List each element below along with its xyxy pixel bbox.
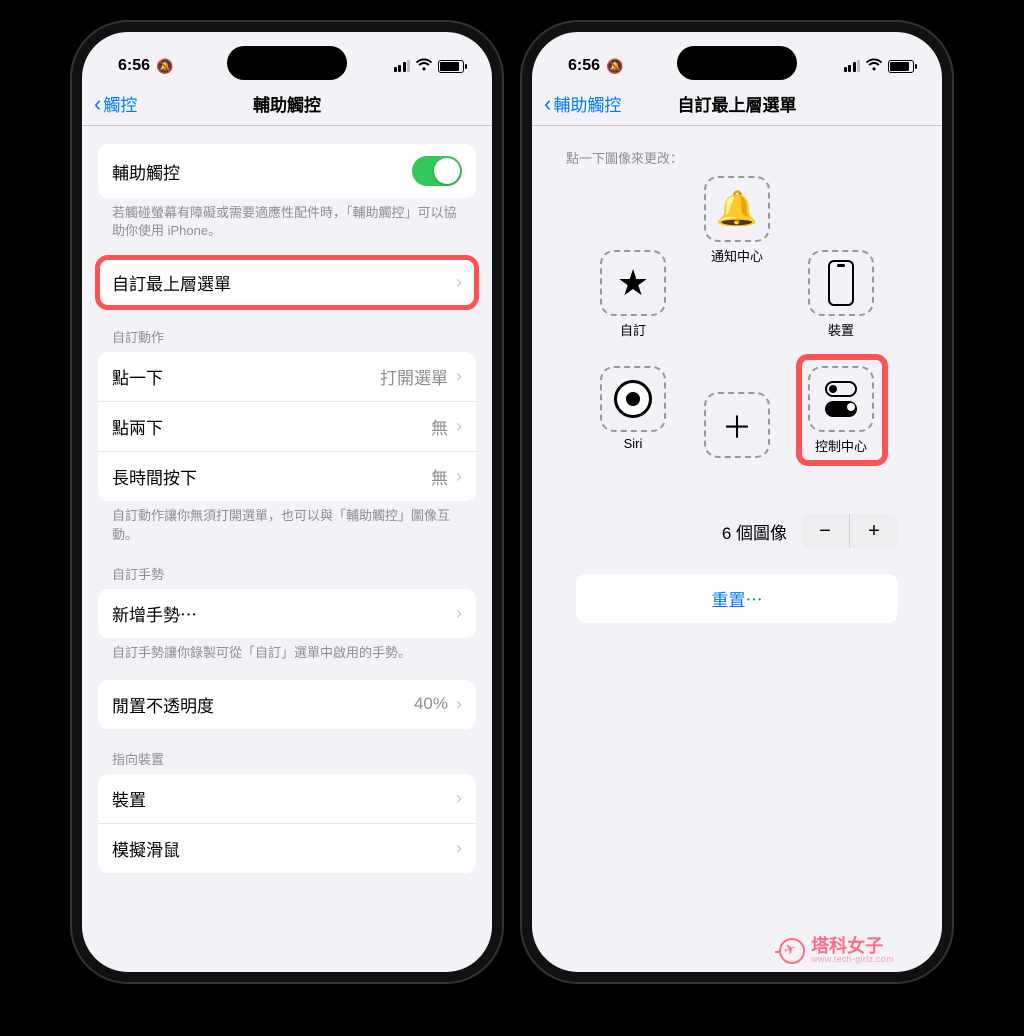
toggle-label: 輔助觸控 — [112, 159, 180, 184]
chevron-left-icon: ‹ — [544, 93, 551, 115]
back-label: 觸控 — [103, 91, 137, 116]
nav-bar: ‹ 輔助觸控 自訂最上層選單 — [532, 82, 942, 126]
grid-hint: 點一下圖像來更改： — [560, 136, 914, 176]
mouse-keys-row[interactable]: 模擬滑鼠 › — [98, 823, 476, 873]
chevron-right-icon: › — [456, 272, 462, 293]
battery-icon — [888, 60, 914, 73]
toggle-footer: 若觸碰螢幕有障礙或需要適應性配件時，「輔助觸控」可以協助你使用 iPhone。 — [82, 198, 492, 240]
actions-header: 自訂動作 — [82, 307, 492, 352]
cellular-signal-icon — [844, 60, 861, 72]
tile-add[interactable]: ＋ — [704, 392, 770, 462]
reset-button[interactable]: 重置⋯ — [576, 574, 898, 623]
control-center-icon — [825, 381, 857, 417]
switch-on-icon[interactable] — [412, 156, 462, 186]
tile-control-center[interactable]: 控制中心 — [808, 366, 874, 455]
wifi-icon — [415, 58, 433, 75]
chevron-right-icon: › — [456, 838, 462, 859]
nav-bar: ‹ 觸控 輔助觸控 — [82, 82, 492, 126]
pointer-header: 指向裝置 — [82, 729, 492, 774]
watermark: 塔科女子 www.tech-girlz.com — [779, 937, 894, 964]
icon-count-stepper: − + — [801, 514, 898, 548]
chevron-right-icon: › — [456, 603, 462, 624]
wifi-icon — [865, 58, 883, 75]
tile-notification-center[interactable]: 🔔 通知中心 — [704, 176, 770, 265]
add-gesture-row[interactable]: 新增手勢⋯ › — [98, 589, 476, 638]
bell-icon: 🔔 — [716, 189, 758, 229]
devices-row[interactable]: 裝置 › — [98, 774, 476, 823]
plus-icon: ＋ — [722, 403, 752, 447]
back-label: 輔助觸控 — [553, 91, 621, 116]
dynamic-island — [677, 46, 797, 80]
dynamic-island — [227, 46, 347, 80]
icon-count-label: 6 個圖像 — [722, 519, 787, 544]
watermark-logo-icon — [779, 938, 805, 964]
status-time: 6:56 — [568, 57, 600, 75]
phone-right: 6:56 🔕 ‹ 輔助觸控 自訂最上層選單 點一下圖像來更改： — [522, 22, 952, 982]
phone-left: 6:56 🔕 ‹ 觸控 輔助觸控 輔助觸控 — [72, 22, 502, 982]
stepper-minus-button[interactable]: − — [801, 514, 849, 548]
cellular-signal-icon — [394, 60, 411, 72]
stepper-plus-button[interactable]: + — [850, 514, 898, 548]
actions-footer: 自訂動作讓你無須打開選單，也可以與「輔助觸控」圖像互動。 — [82, 501, 492, 543]
chevron-right-icon: › — [456, 416, 462, 437]
silent-mode-icon: 🔕 — [606, 58, 623, 75]
chevron-right-icon: › — [456, 694, 462, 715]
action-single-tap-row[interactable]: 點一下 打開選單› — [98, 352, 476, 401]
customize-top-menu-row[interactable]: 自訂最上層選單 › — [98, 258, 476, 307]
battery-icon — [438, 60, 464, 73]
chevron-right-icon: › — [456, 366, 462, 387]
customize-label: 自訂最上層選單 — [112, 270, 231, 295]
gestures-footer: 自訂手勢讓你錄製可從「自訂」選單中啟用的手勢。 — [82, 638, 492, 662]
action-long-press-row[interactable]: 長時間按下 無› — [98, 451, 476, 501]
status-time: 6:56 — [118, 57, 150, 75]
back-button[interactable]: ‹ 輔助觸控 — [544, 91, 621, 116]
idle-opacity-row[interactable]: 閒置不透明度 40%› — [98, 680, 476, 729]
assistive-touch-toggle-row[interactable]: 輔助觸控 — [98, 144, 476, 198]
tile-device[interactable]: 裝置 — [808, 250, 874, 339]
icon-grid: 🔔 通知中心 ★ 自訂 裝置 Siri ＋ — [560, 176, 914, 506]
back-button[interactable]: ‹ 觸控 — [94, 91, 137, 116]
device-icon — [828, 260, 854, 306]
tile-custom[interactable]: ★ 自訂 — [600, 250, 666, 339]
siri-icon — [614, 380, 652, 418]
chevron-right-icon: › — [456, 788, 462, 809]
tile-siri[interactable]: Siri — [600, 366, 666, 451]
chevron-right-icon: › — [456, 466, 462, 487]
gestures-header: 自訂手勢 — [82, 544, 492, 589]
action-double-tap-row[interactable]: 點兩下 無› — [98, 401, 476, 451]
star-icon: ★ — [617, 262, 649, 304]
silent-mode-icon: 🔕 — [156, 58, 173, 75]
chevron-left-icon: ‹ — [94, 93, 101, 115]
page-title: 輔助觸控 — [82, 91, 492, 116]
